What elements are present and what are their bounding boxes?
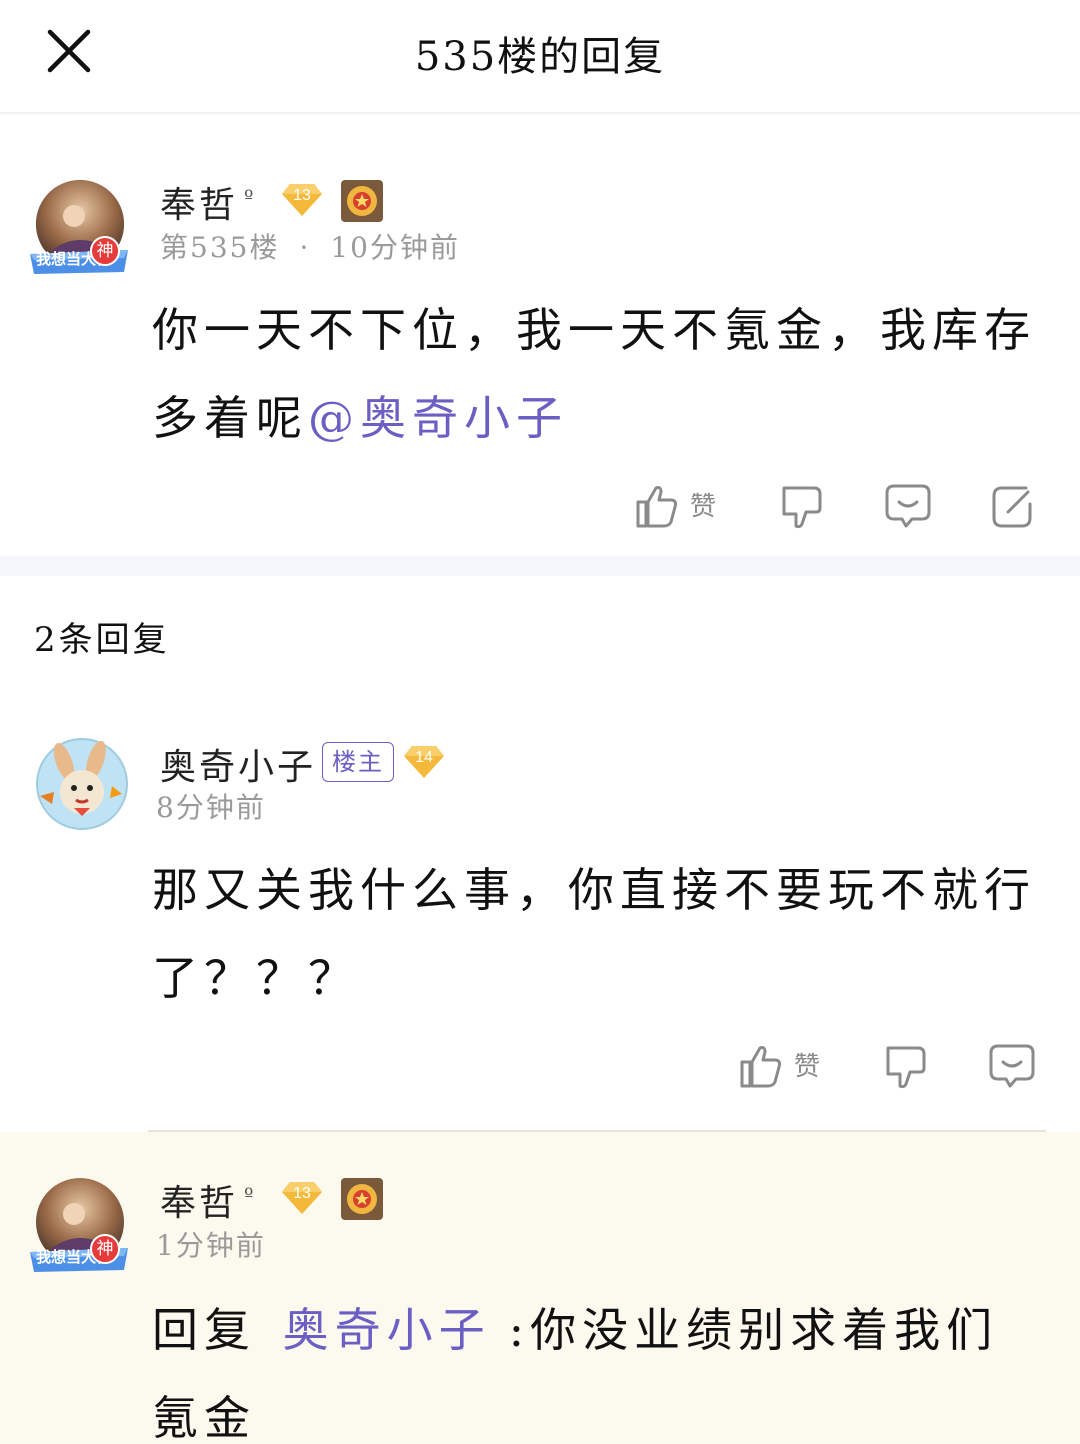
gender-mark: º bbox=[244, 1183, 257, 1207]
mention-link[interactable]: @奥奇小子 bbox=[308, 391, 568, 445]
level-text: 13 bbox=[293, 187, 311, 204]
like-label[interactable]: 赞 bbox=[794, 1046, 820, 1083]
reply-text: :你没业绩别求着我们氪金 bbox=[152, 1303, 999, 1444]
gender-mark: º bbox=[244, 185, 257, 209]
reply-prefix: 回复 bbox=[152, 1303, 256, 1357]
page-title: 535楼的回复 bbox=[414, 34, 666, 80]
post-meta: 第535楼 · 10分钟前 bbox=[160, 226, 460, 266]
avatar-god-badge: 神 bbox=[90, 1234, 120, 1264]
meta-separator: · bbox=[299, 231, 311, 264]
level-badge: 13 bbox=[282, 182, 322, 218]
username[interactable]: 奥奇小子 bbox=[160, 738, 316, 790]
username[interactable]: 奉哲 º bbox=[160, 176, 256, 228]
dislike-icon[interactable] bbox=[776, 484, 824, 532]
avatar-god-badge: 神 bbox=[90, 236, 120, 266]
dislike-icon[interactable] bbox=[880, 1044, 928, 1092]
level-badge: 13 bbox=[282, 1180, 322, 1216]
medal-badge-icon bbox=[341, 1178, 383, 1220]
reply-content: 那又关我什么事，你直接不要玩不就行了？？？ bbox=[152, 863, 1036, 1005]
username[interactable]: 奉哲 º bbox=[160, 1174, 256, 1226]
level-badge: 14 bbox=[404, 744, 444, 780]
like-icon[interactable] bbox=[634, 482, 682, 530]
level-text: 14 bbox=[415, 749, 433, 766]
edit-icon[interactable] bbox=[988, 482, 1036, 530]
reply-time: 8分钟前 bbox=[156, 791, 266, 824]
username-text[interactable]: 奉哲 bbox=[160, 185, 238, 226]
comment-icon[interactable] bbox=[884, 482, 932, 530]
thread-owner-tag: 楼主 bbox=[322, 742, 394, 782]
reply-content: 回复 奥奇小子:你没业绩别求着我们氪金 bbox=[152, 1286, 1037, 1444]
like-label[interactable]: 赞 bbox=[690, 486, 716, 523]
username-text[interactable]: 奉哲 bbox=[160, 1183, 238, 1224]
reply-target-link[interactable]: 奥奇小子 bbox=[283, 1303, 491, 1357]
post-time: 10分钟前 bbox=[330, 231, 460, 264]
avatar-aoqixiaozi[interactable] bbox=[34, 738, 128, 830]
level-text: 13 bbox=[293, 1185, 311, 1202]
section-divider bbox=[0, 556, 1080, 576]
reply-count: 2条回复 bbox=[34, 620, 170, 660]
comment-icon[interactable] bbox=[988, 1042, 1036, 1090]
floor-number: 第535楼 bbox=[160, 231, 280, 264]
reply-time: 1分钟前 bbox=[156, 1229, 266, 1262]
top-bar: 535楼的回复 bbox=[0, 0, 1080, 114]
post-text: 你一天不下位，我一天不氪金，我库存多着呢 bbox=[152, 303, 1036, 445]
like-icon[interactable] bbox=[738, 1042, 786, 1090]
medal-badge-icon bbox=[341, 180, 383, 222]
post-content: 你一天不下位，我一天不氪金，我库存多着呢@奥奇小子 bbox=[152, 286, 1037, 462]
